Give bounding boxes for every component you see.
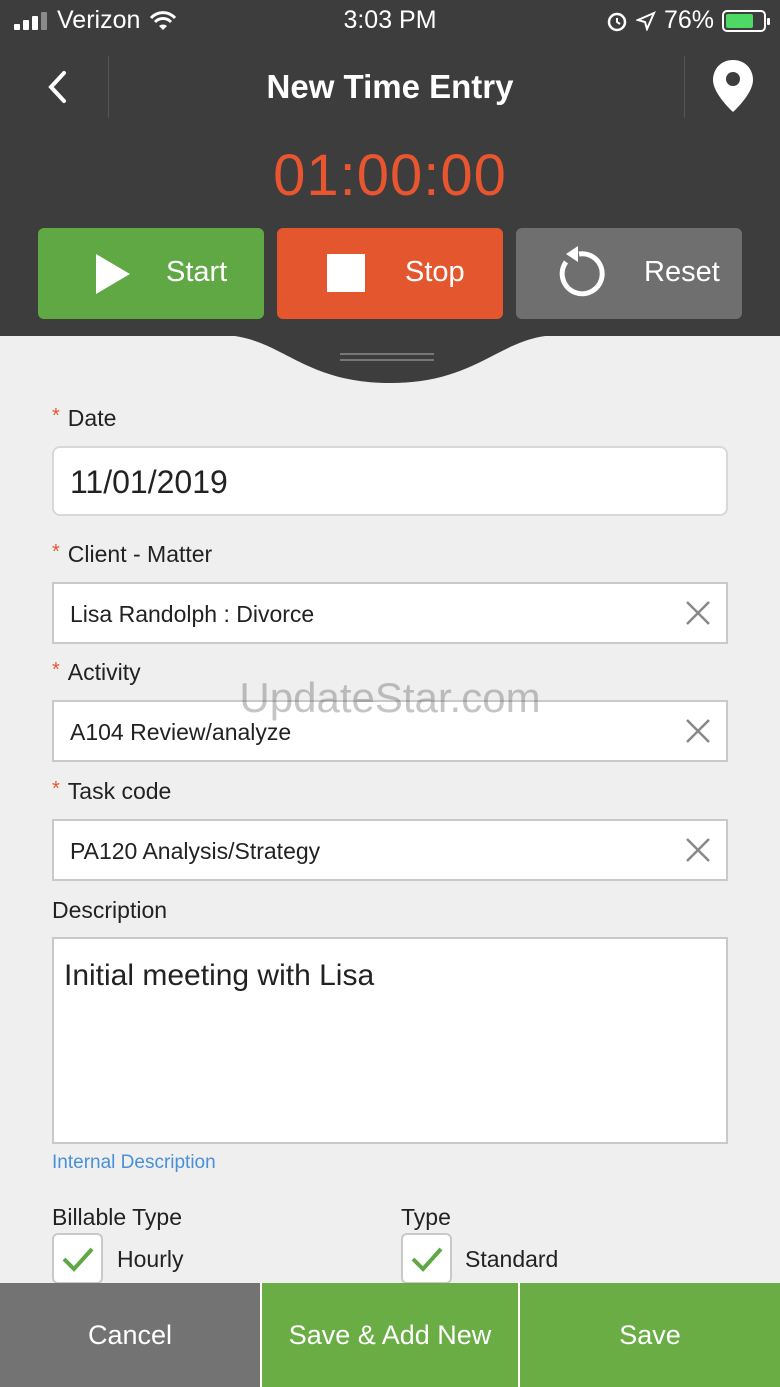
stop-label: Stop [405,256,465,288]
type-label: Type [401,1204,451,1230]
clear-icon[interactable] [684,836,712,864]
required-marker: * [52,659,60,681]
page-title: New Time Entry [266,68,514,105]
client-matter-label: * Client - Matter [52,541,213,567]
save-button[interactable]: Save [518,1283,780,1387]
start-label: Start [166,256,228,288]
save-add-new-button[interactable]: Save & Add New [260,1283,518,1387]
stop-icon [327,254,365,292]
header: New Time Entry 01:00:00 Start Stop Reset [0,44,780,336]
date-field[interactable]: 11/01/2019 [52,446,728,516]
clear-icon[interactable] [684,717,712,745]
check-icon [62,1247,93,1272]
date-value: 11/01/2019 [70,464,228,500]
hourly-checkbox[interactable] [52,1233,103,1284]
location-pin-icon[interactable] [710,58,756,114]
required-marker: * [52,405,60,427]
reset-label: Reset [644,256,720,288]
cancel-button[interactable]: Cancel [0,1283,260,1387]
reset-button[interactable]: Reset [516,228,742,319]
standard-checkbox[interactable] [401,1233,452,1284]
stop-button[interactable]: Stop [277,228,503,319]
timer-display: 01:00:00 [273,143,507,208]
reset-icon [559,246,605,297]
hourly-label: Hourly [117,1246,184,1272]
nav-separator-right [684,56,685,118]
date-label: * Date [52,405,117,431]
task-code-label: * Task code [52,778,172,804]
required-marker: * [52,778,60,800]
location-arrow-icon [635,10,656,31]
alarm-icon [607,12,627,31]
task-code-field[interactable]: PA120 Analysis/Strategy [52,819,728,881]
battery-percent: 76% [663,6,714,34]
play-icon [96,254,130,294]
status-bar: Verizon 3:03 PM 76% [0,0,780,44]
internal-description-link[interactable]: Internal Description [52,1152,216,1174]
clear-icon[interactable] [684,599,712,627]
check-icon [411,1247,442,1272]
description-textarea[interactable]: Initial meeting with Lisa [52,937,728,1144]
activity-label: * Activity [52,659,141,685]
client-matter-value: Lisa Randolph : Divorce [70,601,315,627]
footer-bar: Cancel Save & Add New Save [0,1283,780,1387]
activity-field[interactable]: A104 Review/analyze [52,700,728,762]
battery-icon [722,9,770,32]
client-matter-field[interactable]: Lisa Randolph : Divorce [52,582,728,644]
standard-label: Standard [465,1246,559,1272]
description-value: Initial meeting with Lisa [64,959,375,992]
activity-value: A104 Review/analyze [70,719,292,745]
task-code-value: PA120 Analysis/Strategy [70,838,321,864]
billable-type-label: Billable Type [52,1204,182,1230]
drawer-handle[interactable] [220,335,560,385]
start-button[interactable]: Start [38,228,264,319]
description-label: Description [52,897,168,923]
required-marker: * [52,541,60,563]
